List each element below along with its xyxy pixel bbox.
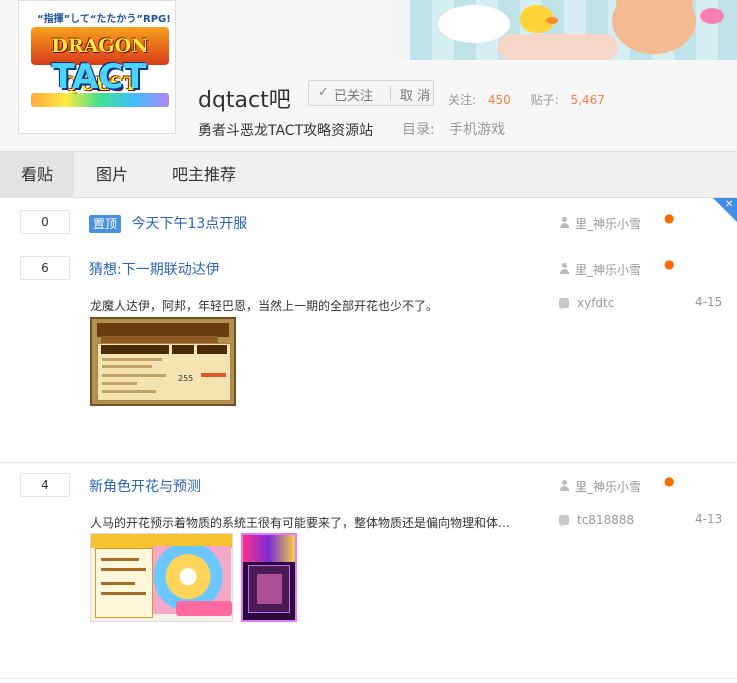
image-name-ribbon	[176, 601, 232, 616]
image-table-header-cell	[197, 345, 227, 354]
unfollow-link[interactable]: 取 消	[400, 85, 430, 104]
logo-rainbow-decoration	[31, 93, 169, 107]
thread-title-wrap: 置顶 今天下午13点开服	[89, 213, 247, 233]
image-text-line	[101, 568, 146, 571]
reply-count: 4	[20, 473, 70, 497]
reply-count: 6	[20, 256, 70, 280]
image-text-line	[101, 582, 135, 585]
logo-tagline: “指揮”して“たたかう”RPG!	[37, 14, 171, 25]
logo-subbrand: TACT	[51, 57, 147, 97]
image-header-bar	[97, 323, 229, 337]
banner-cloud	[438, 5, 510, 43]
thread-image-thumbnail[interactable]: 255	[90, 317, 236, 406]
thread-author[interactable]: 里_神乐小雪	[559, 478, 641, 495]
image-text-line	[102, 390, 156, 393]
posts-label: 贴子:	[530, 93, 559, 107]
thread-divider	[0, 462, 737, 463]
reply-count: 0	[20, 210, 70, 234]
followers-count: 450	[487, 93, 511, 107]
catalog-link[interactable]: 手机游戏	[449, 122, 505, 138]
forum-subtitle: 勇者斗恶龙TACT攻略资源站	[198, 123, 374, 139]
thread-author[interactable]: 里_神乐小雪	[559, 215, 641, 232]
image-text-line	[102, 374, 166, 377]
thread-title[interactable]: 猜想:下一期联动达伊	[89, 259, 220, 279]
thread-image-thumbnail[interactable]	[241, 533, 297, 622]
chat-icon	[559, 515, 569, 527]
image-text-line	[101, 592, 146, 595]
image-gradient-banner	[243, 535, 295, 562]
thread-excerpt: 人马的开花预示着物质的系统王很有可能要来了，整体物质还是偏向物理和体…	[90, 516, 511, 530]
chat-icon	[559, 298, 569, 310]
last-reply-date: 4-13	[695, 512, 723, 526]
image-red-text	[201, 373, 226, 377]
last-replier-name[interactable]: tc818888	[577, 513, 634, 527]
person-icon	[559, 480, 570, 492]
image-table-header-cell	[101, 345, 169, 354]
image-cell-number: 255	[178, 374, 194, 383]
last-replier-name[interactable]: xyfdtc	[577, 296, 614, 310]
thread-image-thumbnail[interactable]	[90, 533, 233, 622]
thread-title[interactable]: 今天下午13点开服	[131, 216, 247, 232]
forum-stats: 关注: 450 贴子: 5,467	[448, 91, 605, 108]
forum-title[interactable]: dqtact吧	[198, 82, 291, 114]
catalog-label: 目录:	[402, 122, 435, 138]
gamepad-icon: ●	[664, 474, 675, 488]
follow-button-divider	[390, 86, 391, 101]
logo-image: “指揮”して“たたかう”RPG! DRAGON QUEST TACT	[23, 5, 171, 129]
gamepad-icon: ●	[664, 211, 675, 225]
page-bottom-divider	[0, 678, 737, 679]
banner-duck-art	[520, 5, 558, 33]
image-character-card	[248, 565, 290, 613]
last-reply-author[interactable]: tc818888	[559, 513, 634, 527]
gamepad-icon: ●	[664, 257, 675, 271]
last-reply-date: 4-15	[695, 295, 723, 309]
thread-excerpt: 龙魔人达伊，阿邦，年轻巴恩，当然上一期的全部开花也少不了。	[90, 299, 439, 313]
image-text-line	[102, 382, 137, 385]
followers-label: 关注:	[448, 93, 477, 107]
forum-logo[interactable]: “指揮”して“たたかう”RPG! DRAGON QUEST TACT	[18, 0, 176, 134]
image-text-line	[101, 558, 139, 561]
followed-label: 已关注	[334, 89, 374, 104]
last-reply-author[interactable]: xyfdtc	[559, 296, 614, 310]
tab-posts[interactable]: 看贴	[0, 152, 74, 198]
close-icon[interactable]: ✕	[725, 199, 733, 210]
tab-images[interactable]: 图片	[82, 152, 142, 198]
check-icon: ✓	[318, 85, 329, 100]
thread-row: 0 置顶 今天下午13点开服 里_神乐小雪 ●	[0, 210, 737, 240]
author-name[interactable]: 里_神乐小雪	[575, 217, 641, 231]
person-icon	[559, 217, 570, 229]
image-text-line	[102, 358, 162, 361]
person-icon	[559, 263, 570, 275]
banner-bow-art	[700, 8, 724, 24]
thread-title[interactable]: 新角色开花与预测	[89, 476, 201, 496]
follow-button[interactable]: ✓ 已关注 取 消	[308, 80, 434, 106]
banner-pillow-art	[498, 34, 618, 60]
forum-catalog: 目录: 手机游戏	[402, 119, 505, 139]
tab-moderator-picks[interactable]: 吧主推荐	[160, 152, 248, 198]
posts-count: 5,467	[570, 93, 605, 107]
image-table-header-cell	[172, 345, 194, 354]
author-name[interactable]: 里_神乐小雪	[575, 263, 641, 277]
author-name[interactable]: 里_神乐小雪	[575, 480, 641, 494]
pinned-badge: 置顶	[89, 215, 121, 233]
image-text-line	[102, 365, 152, 368]
forum-tabs: 看贴 图片 吧主推荐	[0, 151, 737, 198]
thread-author[interactable]: 里_神乐小雪	[559, 261, 641, 278]
